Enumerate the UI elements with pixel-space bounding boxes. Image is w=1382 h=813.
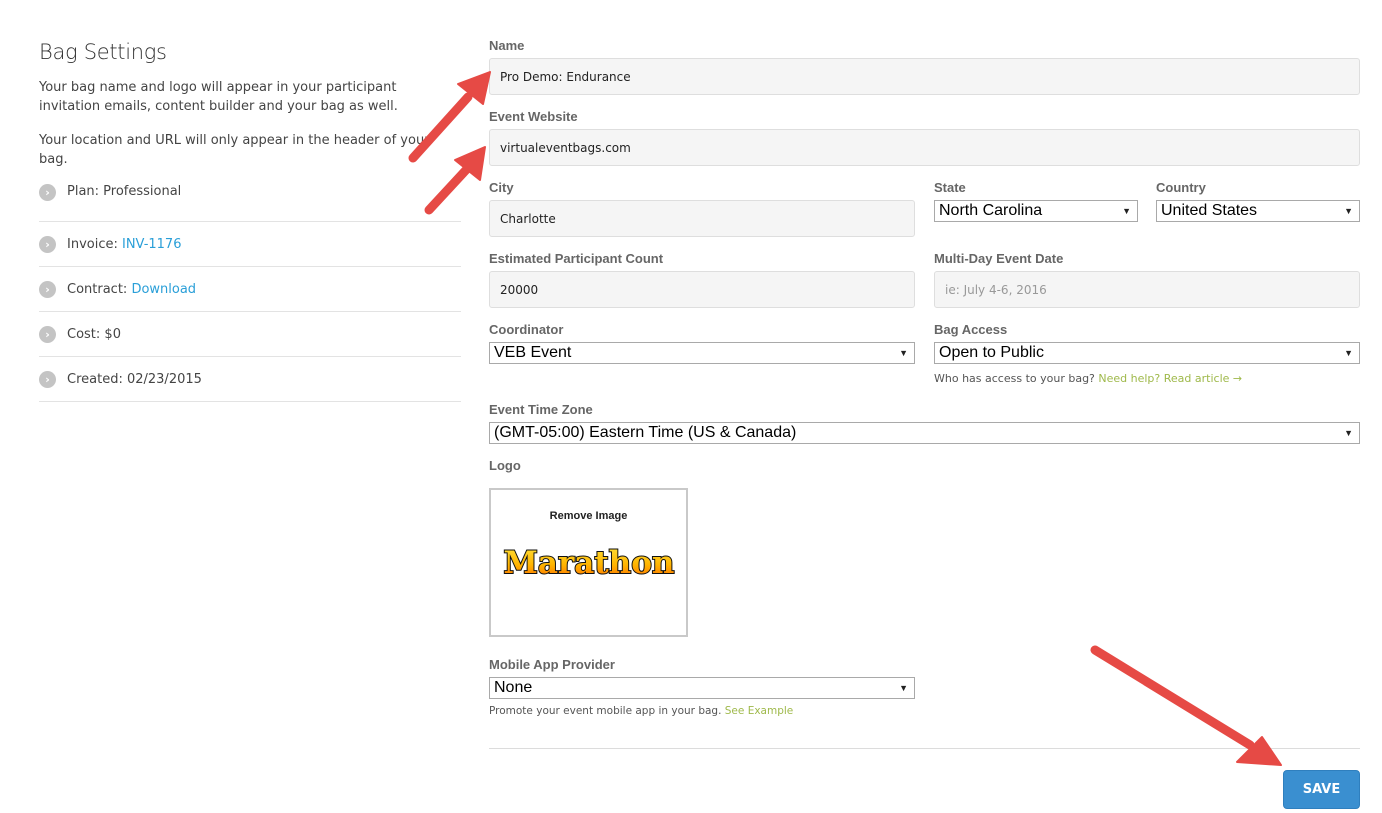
time-zone-label: Event Time Zone xyxy=(489,402,593,417)
country-select[interactable]: United States ▼ xyxy=(1156,200,1360,222)
info-item-contract: › Contract: Download xyxy=(39,267,461,312)
bag-settings-sidebar: Bag Settings Your bag name and logo will… xyxy=(39,40,461,402)
bag-access-label: Bag Access xyxy=(934,322,1008,337)
info-item-invoice: › Invoice: INV-1176 xyxy=(39,222,461,267)
dropdown-arrow-icon: ▼ xyxy=(1344,206,1353,216)
chevron-right-icon: › xyxy=(39,235,56,253)
bag-access-field-group: Bag Access Open to Public ▼ Who has acce… xyxy=(934,322,1360,385)
bag-access-help-text: Who has access to your bag? xyxy=(934,372,1099,385)
time-zone-value: (GMT-05:00) Eastern Time (US & Canada) xyxy=(494,424,797,441)
chevron-right-icon: › xyxy=(39,184,56,201)
city-label: City xyxy=(489,180,514,195)
invoice-link[interactable]: INV-1176 xyxy=(122,237,181,252)
name-input[interactable]: Pro Demo: Endurance xyxy=(489,58,1360,95)
sidebar-description: Your bag name and logo will appear in yo… xyxy=(39,80,398,114)
created-date: 02/23/2015 xyxy=(126,371,202,387)
time-zone-field-group: Event Time Zone (GMT-05:00) Eastern Time… xyxy=(489,402,1360,444)
participant-count-input[interactable]: 20000 xyxy=(489,271,915,308)
see-example-link[interactable]: See Example xyxy=(725,705,793,717)
participant-count-field-group: Estimated Participant Count 20000 xyxy=(489,251,915,308)
logo-preview[interactable]: Remove Image Marathon xyxy=(489,488,688,637)
sidebar-location-note: Your location and URL will only appear i… xyxy=(39,133,430,167)
info-label: Invoice: xyxy=(67,236,122,252)
logo-label: Logo xyxy=(489,458,521,473)
info-label: Cost: xyxy=(67,326,105,342)
marathon-logo-image: Marathon xyxy=(503,544,676,582)
event-date-input[interactable]: ie: July 4-6, 2016 xyxy=(934,271,1360,308)
mobile-app-field-group: Mobile App Provider None ▼ Promote your … xyxy=(489,657,915,717)
coordinator-select[interactable]: VEB Event ▼ xyxy=(489,342,915,364)
dropdown-arrow-icon: ▼ xyxy=(1122,206,1131,216)
remove-image-button[interactable]: Remove Image xyxy=(491,510,686,522)
mobile-app-value: None xyxy=(494,679,533,696)
dropdown-arrow-icon: ▼ xyxy=(1344,428,1353,438)
chevron-right-icon: › xyxy=(39,325,56,343)
website-label: Event Website xyxy=(489,109,578,124)
country-label: Country xyxy=(1156,180,1206,195)
participant-count-label: Estimated Participant Count xyxy=(489,251,664,266)
page-title: Bag Settings xyxy=(39,40,167,64)
name-label: Name xyxy=(489,38,525,53)
info-item-cost: › Cost: $0 xyxy=(39,312,461,357)
state-field-group: State North Carolina ▼ xyxy=(934,180,1138,222)
mobile-app-help: Promote your event mobile app in your ba… xyxy=(489,705,915,717)
mobile-app-select[interactable]: None ▼ xyxy=(489,677,915,699)
website-input[interactable]: virtualeventbags.com xyxy=(489,129,1360,166)
plan-value: Professional xyxy=(103,184,182,199)
mobile-app-label: Mobile App Provider xyxy=(489,657,615,672)
bag-info-list: › Plan: Professional › Invoice: INV-1176… xyxy=(39,184,461,402)
bag-access-help: Who has access to your bag? Need help? R… xyxy=(934,372,1360,385)
info-item-created: › Created: 02/23/2015 xyxy=(39,357,461,402)
chevron-right-icon: › xyxy=(39,370,56,388)
bag-access-value: Open to Public xyxy=(939,344,1044,361)
dropdown-arrow-icon: ▼ xyxy=(899,683,908,693)
form-divider xyxy=(489,748,1360,749)
dropdown-arrow-icon: ▼ xyxy=(1344,348,1353,358)
info-label: Plan: xyxy=(67,184,104,199)
city-field-group: City Charlotte xyxy=(489,180,915,237)
save-button[interactable]: SAVE xyxy=(1283,770,1360,809)
website-field-group: Event Website virtualeventbags.com xyxy=(489,109,1360,166)
state-select[interactable]: North Carolina ▼ xyxy=(934,200,1138,222)
bag-access-select[interactable]: Open to Public ▼ xyxy=(934,342,1360,364)
country-field-group: Country United States ▼ xyxy=(1156,180,1360,222)
logo-field-group: Logo xyxy=(489,458,689,476)
state-label: State xyxy=(934,180,966,195)
info-label: Contract: xyxy=(67,281,132,297)
event-date-label: Multi-Day Event Date xyxy=(934,251,1064,266)
contract-download-link[interactable]: Download xyxy=(131,282,196,297)
marathon-logo-text: Marathon xyxy=(504,545,675,581)
chevron-right-icon: › xyxy=(39,280,56,298)
time-zone-select[interactable]: (GMT-05:00) Eastern Time (US & Canada) ▼ xyxy=(489,422,1360,444)
info-label: Created: xyxy=(67,371,127,387)
coordinator-field-group: Coordinator VEB Event ▼ xyxy=(489,322,915,364)
name-field-group: Name Pro Demo: Endurance xyxy=(489,38,1360,95)
info-item-plan: › Plan: Professional xyxy=(39,184,461,222)
coordinator-value: VEB Event xyxy=(494,344,572,361)
dropdown-arrow-icon: ▼ xyxy=(899,348,908,358)
cost-value: $0 xyxy=(104,326,121,342)
mobile-app-help-text: Promote your event mobile app in your ba… xyxy=(489,705,725,717)
coordinator-label: Coordinator xyxy=(489,322,564,337)
city-input[interactable]: Charlotte xyxy=(489,200,915,237)
event-date-field-group: Multi-Day Event Date ie: July 4-6, 2016 xyxy=(934,251,1360,308)
country-value: United States xyxy=(1161,202,1258,219)
read-article-link[interactable]: Need help? Read article → xyxy=(1098,372,1242,385)
state-value: North Carolina xyxy=(939,202,1043,219)
